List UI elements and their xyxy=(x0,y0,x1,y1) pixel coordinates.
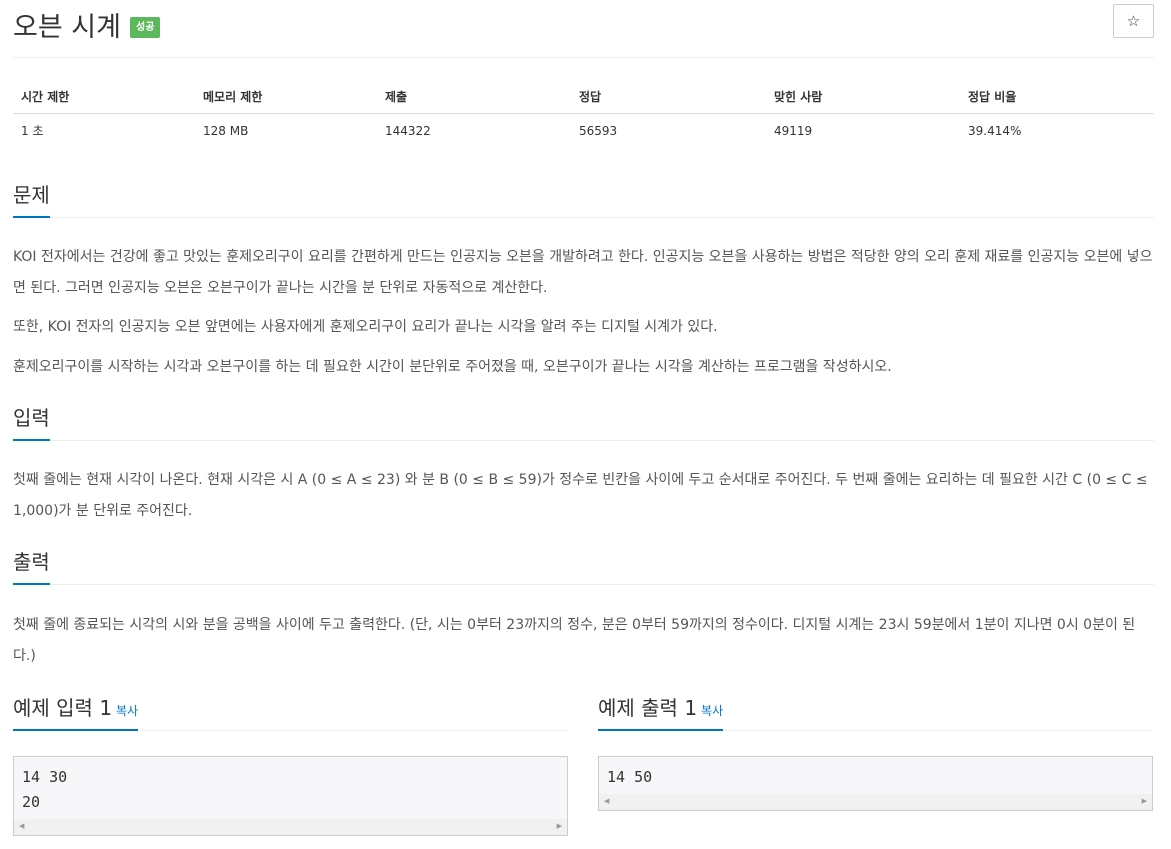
problem-section-title: 문제 xyxy=(13,181,50,218)
problem-paragraph-3: 훈제오리구이를 시작하는 시각과 오븐구이를 하는 데 필요한 시간이 분단위로… xyxy=(13,359,892,375)
sample-input-header: 예제 입력 1 복사 xyxy=(13,693,568,731)
header-accept-ratio: 정답 비율 xyxy=(960,80,1154,114)
sample-output-scrollbar[interactable]: ◀ ▶ xyxy=(599,794,1152,810)
sample-output-1: 예제 출력 1 복사 14 50 ◀ ▶ xyxy=(598,693,1153,811)
sample-input-box: 14 30 20 ◀ ▶ xyxy=(13,756,568,836)
problem-paragraph-1: KOI 전자에서는 건강에 좋고 맛있는 훈제오리구이 요리를 간편하게 만드는… xyxy=(13,249,1153,296)
value-submissions: 144322 xyxy=(385,123,431,138)
scroll-left-icon[interactable]: ◀ xyxy=(19,822,24,830)
problem-paragraph-2: 또한, KOI 전자의 인공지능 오븐 앞면에는 사용자에게 훈제오리구이 요리… xyxy=(13,319,718,335)
header-submissions: 제출 xyxy=(377,80,571,114)
problem-header: 오븐 시계 성공 ☆ xyxy=(13,0,1154,58)
sample-output-header: 예제 출력 1 복사 xyxy=(598,693,1153,731)
value-time-limit: 1 초 xyxy=(21,124,44,139)
sample-input-heading: 예제 입력 1 복사 xyxy=(13,693,139,731)
value-accepted: 56593 xyxy=(579,123,618,138)
problem-page: 오븐 시계 성공 ☆ 시간 제한 메모리 제한 제출 정답 맞힌 사람 정답 비… xyxy=(13,0,1154,836)
sample-input-title: 예제 입력 1 xyxy=(13,696,113,720)
sample-input-scrollbar[interactable]: ◀ ▶ xyxy=(14,819,567,835)
sample-output-box: 14 50 ◀ ▶ xyxy=(598,756,1153,811)
output-section-header: 출력 xyxy=(13,548,1154,585)
problem-section-header: 문제 xyxy=(13,181,1154,218)
input-section-title: 입력 xyxy=(13,404,50,441)
output-description: 첫째 줄에 종료되는 시각의 시와 분을 공백을 사이에 두고 출력한다. (단… xyxy=(13,617,1136,664)
status-badge: 성공 xyxy=(130,17,161,38)
info-value-row: 1 초 128 MB 144322 56593 49119 39.414% xyxy=(13,113,1154,148)
copy-sample-input-button[interactable]: 복사 xyxy=(116,704,138,718)
star-icon: ☆ xyxy=(1126,12,1141,30)
header-solved-users: 맞힌 사람 xyxy=(766,80,960,114)
header-accepted: 정답 xyxy=(571,80,766,114)
favorite-button[interactable]: ☆ xyxy=(1113,4,1154,38)
value-accept-ratio: 39.414% xyxy=(968,123,1022,138)
value-solved-users: 49119 xyxy=(774,123,813,138)
sample-input-content: 14 30 20 xyxy=(22,768,68,811)
input-description: 첫째 줄에는 현재 시각이 나온다. 현재 시각은 시 A (0 ≤ A ≤ 2… xyxy=(13,472,1148,519)
value-memory-limit: 128 MB xyxy=(203,123,249,138)
input-section-header: 입력 xyxy=(13,404,1154,441)
problem-title: 오븐 시계 xyxy=(13,12,121,43)
problem-info-table: 시간 제한 메모리 제한 제출 정답 맞힌 사람 정답 비율 1 초 128 M… xyxy=(13,80,1154,148)
sample-output-heading: 예제 출력 1 복사 xyxy=(598,693,724,731)
output-section-title: 출력 xyxy=(13,548,50,585)
info-header-row: 시간 제한 메모리 제한 제출 정답 맞힌 사람 정답 비율 xyxy=(13,80,1154,114)
header-memory-limit: 메모리 제한 xyxy=(195,80,377,114)
scroll-right-icon[interactable]: ▶ xyxy=(1142,797,1147,805)
scroll-right-icon[interactable]: ▶ xyxy=(557,822,562,830)
header-time-limit: 시간 제한 xyxy=(13,80,195,114)
sample-output-content: 14 50 xyxy=(607,768,653,786)
scroll-left-icon[interactable]: ◀ xyxy=(604,797,609,805)
sample-output-title: 예제 출력 1 xyxy=(598,696,698,720)
copy-sample-output-button[interactable]: 복사 xyxy=(701,704,723,718)
sample-input-1: 예제 입력 1 복사 14 30 20 ◀ ▶ xyxy=(13,693,568,836)
